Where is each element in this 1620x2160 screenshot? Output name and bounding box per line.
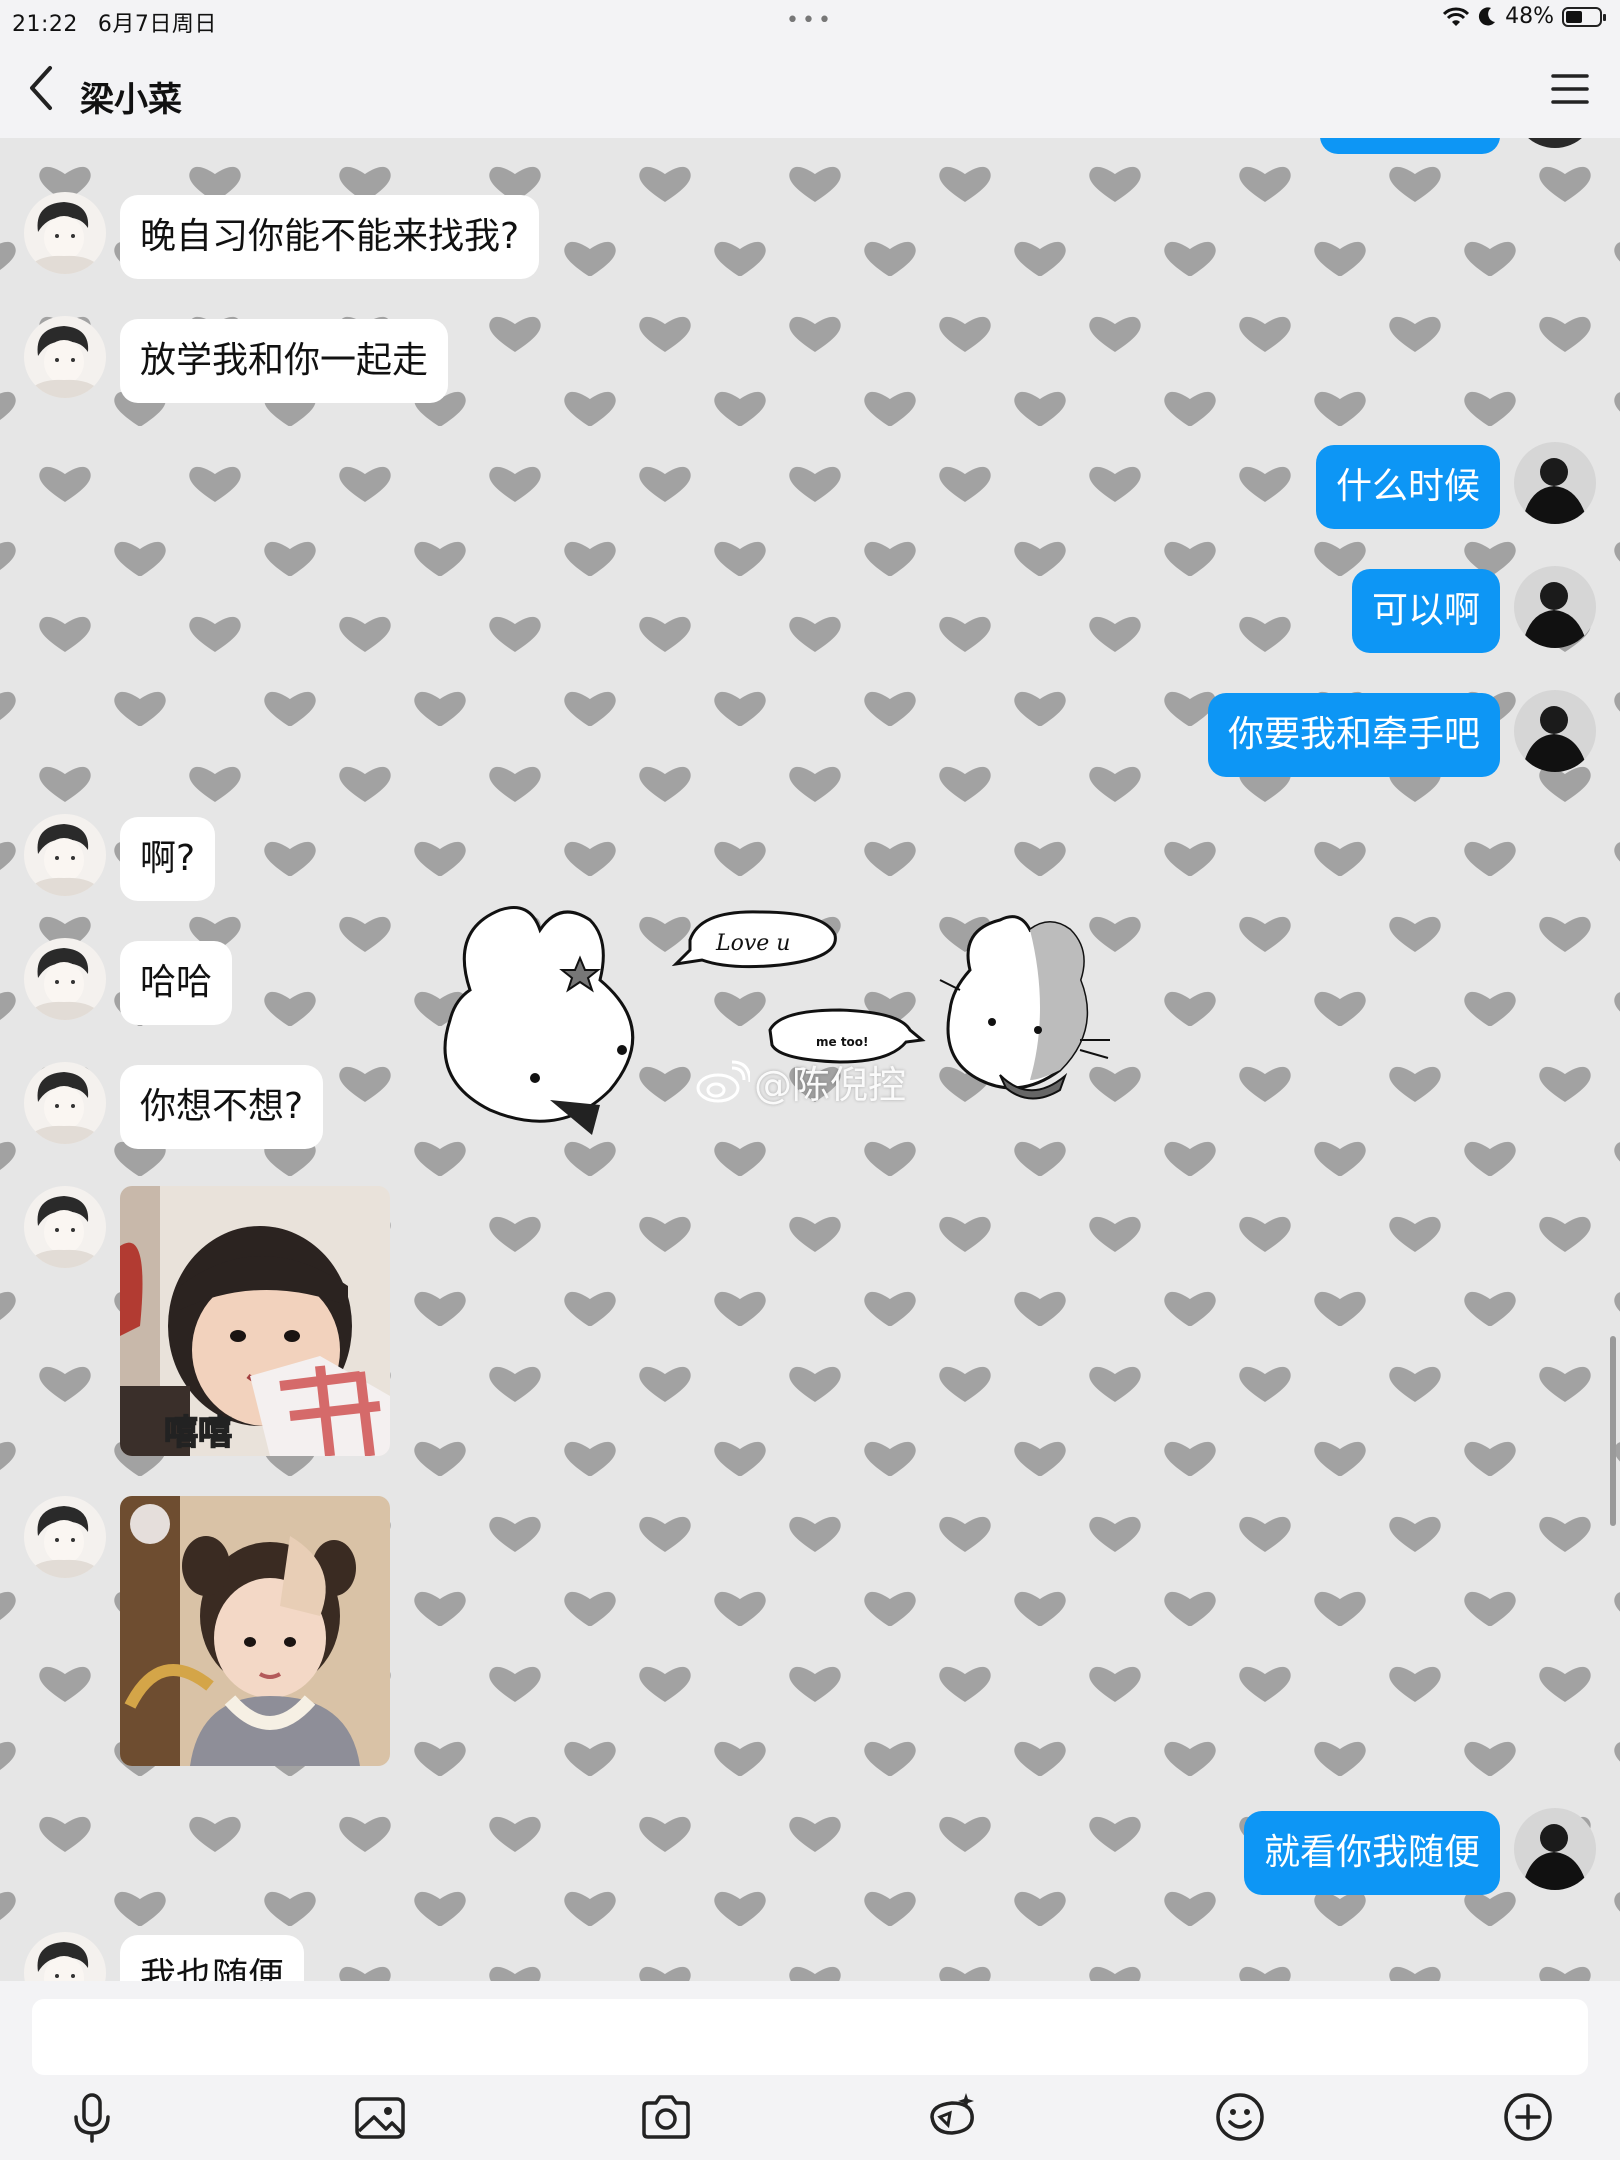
- multitasking-dots[interactable]: •••: [786, 8, 834, 33]
- bunny-sticker[interactable]: Love u me too!: [440, 890, 1180, 1150]
- status-bar: 21:22 6月7日周日 ••• 48%: [0, 0, 1620, 40]
- message-bubble[interactable]: 你想不想?: [120, 1065, 324, 1149]
- message-row: 你想不想?: [0, 1062, 400, 1152]
- microphone-icon: [74, 2093, 110, 2143]
- message-bubble[interactable]: 就看你我随便: [1243, 1811, 1500, 1895]
- contact-avatar[interactable]: [24, 192, 106, 274]
- camera-button[interactable]: [636, 2087, 696, 2147]
- bunny-right: [939, 915, 1110, 1100]
- contact-avatar[interactable]: [24, 1186, 106, 1268]
- image-message[interactable]: [120, 1496, 390, 1766]
- message-bubble[interactable]: 什么时候: [1315, 445, 1500, 529]
- contact-avatar-image: [24, 1062, 106, 1144]
- my-avatar-image: [1514, 690, 1596, 772]
- image-icon: [355, 2097, 405, 2139]
- weibo-icon: [696, 1060, 750, 1102]
- input-area: [0, 1981, 1620, 2160]
- emoji-button[interactable]: [1210, 2087, 1270, 2147]
- my-avatar[interactable]: [1514, 690, 1596, 772]
- contact-avatar[interactable]: [24, 938, 106, 1020]
- image-message[interactable]: 嘻嘻: [120, 1186, 390, 1456]
- message-bubble[interactable]: 可以啊: [1351, 569, 1500, 653]
- watermark-text: @陈倪控: [754, 1063, 907, 1107]
- my-avatar[interactable]: [1514, 442, 1596, 524]
- message-row: 你要我和牵手吧: [0, 690, 1620, 780]
- more-button[interactable]: [1498, 2087, 1558, 2147]
- child-photo-image: [120, 1496, 390, 1766]
- contact-avatar-image: [24, 1186, 106, 1268]
- contact-avatar[interactable]: [24, 1932, 106, 1981]
- message-row: 可以啊: [0, 566, 1620, 656]
- chevron-left-icon: [30, 66, 52, 110]
- sticker-bubble-right: me too!: [816, 1035, 869, 1049]
- message-row: [0, 1496, 420, 1768]
- message-row: 什么时候: [0, 442, 1620, 532]
- my-avatar[interactable]: [1514, 1808, 1596, 1890]
- magic-edit-icon: [930, 2093, 974, 2135]
- wifi-icon: [1443, 7, 1470, 26]
- my-avatar-image: [1514, 566, 1596, 648]
- contact-avatar-image: [24, 1932, 106, 1981]
- status-time-date: 21:22 6月7日周日: [12, 6, 237, 38]
- contact-avatar-image: [24, 814, 106, 896]
- emoji-icon: [1216, 2093, 1264, 2141]
- contact-name[interactable]: 梁小菜: [80, 72, 182, 121]
- message-row: 啊?: [0, 814, 400, 904]
- status-time: 21:22: [12, 12, 78, 37]
- nav-bar: 梁小菜: [0, 40, 1620, 138]
- contact-avatar-image: [24, 1496, 106, 1578]
- photo-album-button[interactable]: [350, 2087, 410, 2147]
- plus-circle-icon: [1504, 2093, 1552, 2141]
- my-avatar[interactable]: [1514, 566, 1596, 648]
- hamburger-menu-icon: [1551, 74, 1589, 104]
- camera-icon: [642, 2095, 690, 2139]
- message-row: 嘻嘻: [0, 1186, 420, 1458]
- contact-avatar-image: [24, 938, 106, 1020]
- message-row: 哈哈: [0, 938, 400, 1028]
- message-bubble[interactable]: 我也随便: [120, 1935, 305, 1981]
- partial-avatar[interactable]: [1514, 138, 1596, 148]
- chat-screen: 21:22 6月7日周日 ••• 48% 梁小菜 晚自习你能不能来找我? 放学我…: [0, 0, 1620, 2160]
- contact-avatar[interactable]: [24, 316, 106, 398]
- contact-avatar[interactable]: [24, 814, 106, 896]
- message-bubble[interactable]: 晚自习你能不能来找我?: [120, 195, 540, 279]
- sticker-bubble-left: Love u: [715, 931, 790, 956]
- message-row: 我也随便: [0, 1932, 400, 1981]
- bunny-left: [443, 906, 635, 1123]
- image-caption: 嘻嘻: [163, 1412, 233, 1454]
- message-row: 就看你我随便: [0, 1808, 1620, 1898]
- status-date: 6月7日周日: [97, 12, 217, 37]
- message-row: 晚自习你能不能来找我?: [0, 192, 1620, 282]
- voice-button[interactable]: [62, 2087, 122, 2147]
- contact-avatar[interactable]: [24, 1062, 106, 1144]
- battery-icon: [1562, 6, 1606, 27]
- message-bubble[interactable]: 啊?: [120, 817, 216, 901]
- message-bubble[interactable]: 放学我和你一起走: [120, 319, 449, 403]
- message-input[interactable]: [32, 1999, 1588, 2075]
- partial-outgoing-bubble[interactable]: [1320, 138, 1500, 154]
- message-bubble[interactable]: 你要我和牵手吧: [1207, 693, 1500, 777]
- magic-button[interactable]: [922, 2087, 982, 2147]
- contact-avatar[interactable]: [24, 1496, 106, 1578]
- my-avatar-image: [1514, 442, 1596, 524]
- contact-avatar-image: [24, 316, 106, 398]
- message-bubble[interactable]: 哈哈: [120, 941, 233, 1025]
- message-row: 放学我和你一起走: [0, 316, 1620, 406]
- partial-message: [0, 138, 1620, 158]
- back-button[interactable]: [24, 60, 64, 116]
- watermark: @陈倪控: [694, 1054, 906, 1109]
- my-avatar-image: [1514, 1808, 1596, 1890]
- contact-avatar-image: [24, 192, 106, 274]
- battery-percent: 48%: [1505, 4, 1554, 29]
- scroll-indicator[interactable]: [1610, 1336, 1616, 1526]
- moon-icon: [1479, 6, 1496, 25]
- status-indicators: 48%: [1443, 4, 1606, 29]
- child-photo-image: [120, 1186, 390, 1456]
- menu-button[interactable]: [1550, 70, 1590, 108]
